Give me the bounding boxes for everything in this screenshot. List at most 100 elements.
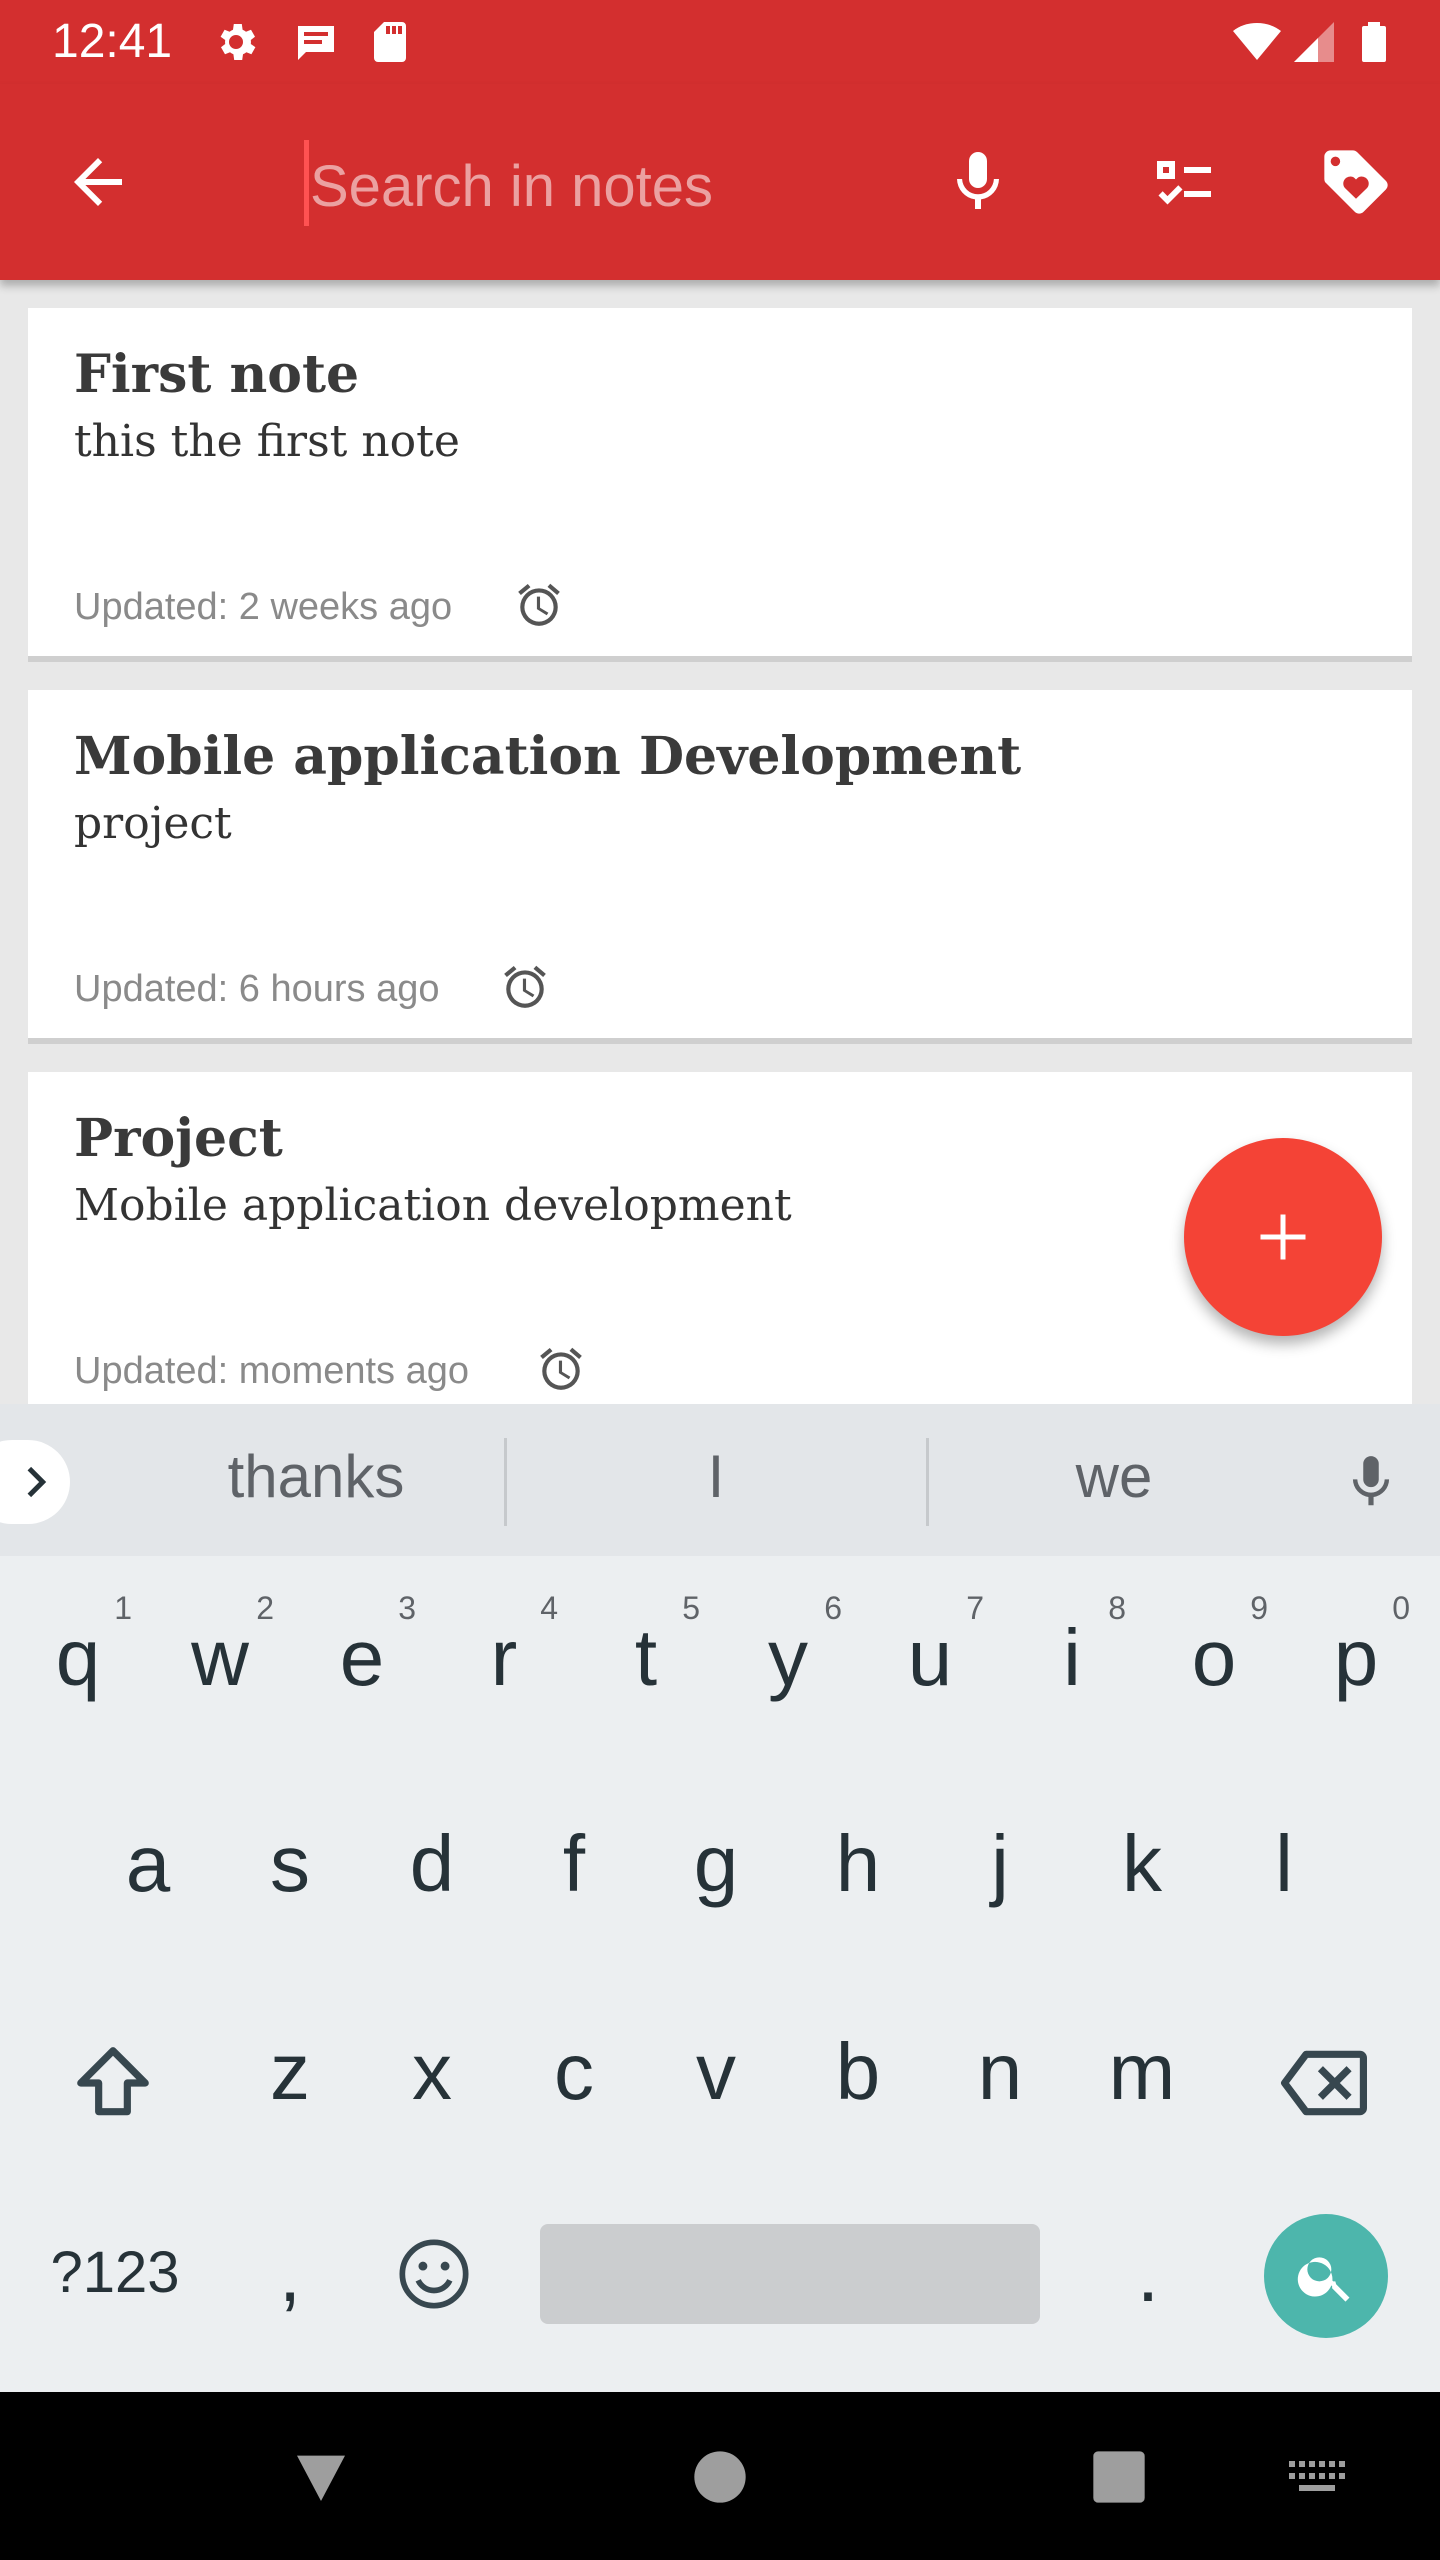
message-icon — [298, 26, 334, 60]
app-bar — [0, 84, 1440, 280]
key-label: v — [696, 2027, 736, 2116]
symbols-key[interactable]: ?123 — [30, 2214, 200, 2344]
key-l[interactable]: l — [1214, 1780, 1354, 1950]
key-w[interactable]: 2w — [150, 1574, 290, 1744]
key-hint: 3 — [398, 1590, 416, 1626]
recents-square-icon — [1093, 2451, 1145, 2503]
suggestion-2[interactable]: I — [526, 1442, 906, 1511]
nav-home-button[interactable] — [675, 2432, 765, 2522]
key-label: , — [278, 2229, 302, 2318]
key-hint: 0 — [1392, 1590, 1410, 1626]
key-b[interactable]: b — [788, 1988, 928, 2158]
key-q[interactable]: 1q — [8, 1574, 148, 1744]
note-body: project — [74, 798, 232, 849]
keyboard-switch-button[interactable] — [1272, 2432, 1362, 2522]
key-s[interactable]: s — [220, 1780, 360, 1950]
back-triangle-icon — [297, 2455, 345, 2501]
key-v[interactable]: v — [646, 1988, 786, 2158]
voice-input-icon[interactable] — [1340, 1448, 1402, 1516]
alarm-icon — [540, 1347, 582, 1390]
key-label: s — [270, 1819, 310, 1908]
key-j[interactable]: j — [930, 1780, 1070, 1950]
alarm-icon — [504, 965, 546, 1008]
home-circle-icon — [694, 2451, 746, 2503]
key-label: z — [270, 2027, 310, 2116]
space-bar[interactable] — [540, 2224, 1040, 2324]
key-u[interactable]: 7u — [860, 1574, 1000, 1744]
key-i[interactable]: 8i — [1002, 1574, 1142, 1744]
key-hint: 6 — [824, 1590, 842, 1626]
key-c[interactable]: c — [504, 1988, 644, 2158]
key-g[interactable]: g — [646, 1780, 786, 1950]
key-e[interactable]: 3e — [292, 1574, 432, 1744]
key-label: n — [977, 2027, 1023, 2116]
key-t[interactable]: 5t — [576, 1574, 716, 1744]
search-icon — [1297, 2257, 1350, 2302]
key-f[interactable]: f — [504, 1780, 644, 1950]
status-bar: 12:41 — [0, 0, 1440, 84]
nav-recents-button[interactable] — [1074, 2432, 1164, 2522]
key-label: g — [693, 1819, 739, 1908]
keyboard-switch-icon — [1289, 2461, 1345, 2491]
key-label: b — [835, 2027, 881, 2116]
key-z[interactable]: z — [220, 1988, 360, 2158]
key-hint: 9 — [1250, 1590, 1268, 1626]
microphone-icon[interactable] — [942, 142, 1014, 222]
key-x[interactable]: x — [362, 1988, 502, 2158]
nav-back-button[interactable] — [276, 2432, 366, 2522]
emoji-icon[interactable] — [396, 2236, 472, 2312]
key-d[interactable]: d — [362, 1780, 502, 1950]
signal-icon — [1294, 22, 1334, 62]
note-body: Mobile application development — [74, 1180, 792, 1231]
status-time: 12:41 — [52, 15, 173, 68]
chevron-right-icon — [27, 1466, 47, 1498]
key-hint: 2 — [256, 1590, 274, 1626]
backspace-icon[interactable] — [1276, 2040, 1372, 2126]
keyboard-search-button[interactable] — [1264, 2214, 1388, 2338]
key-label: h — [835, 1819, 881, 1908]
add-note-button[interactable] — [1184, 1138, 1382, 1336]
key-h[interactable]: h — [788, 1780, 928, 1950]
key-k[interactable]: k — [1072, 1780, 1212, 1950]
key-label: ?123 — [50, 2240, 180, 2305]
note-body: this the first note — [74, 416, 460, 467]
alarm-icon — [518, 583, 560, 626]
checklist-icon[interactable] — [1148, 146, 1220, 218]
suggestion-strip: thanks I we — [0, 1404, 1440, 1556]
key-label: k — [1122, 1819, 1162, 1908]
key-label: l — [1275, 1819, 1293, 1908]
key-n[interactable]: n — [930, 1988, 1070, 2158]
suggestion-1[interactable]: thanks — [126, 1442, 506, 1511]
suggestion-3[interactable]: we — [924, 1442, 1304, 1511]
text-cursor — [304, 140, 309, 226]
key-label: f — [562, 1819, 586, 1908]
key-comma[interactable]: , — [220, 2194, 360, 2364]
key-hint: 1 — [114, 1590, 132, 1626]
key-o[interactable]: 9o — [1144, 1574, 1284, 1744]
search-field[interactable] — [304, 138, 904, 234]
key-label: a — [125, 1819, 171, 1908]
note-title: Project — [74, 1108, 283, 1169]
back-arrow-icon[interactable] — [62, 146, 134, 218]
key-m[interactable]: m — [1072, 1988, 1212, 2158]
key-period[interactable]: . — [1078, 2194, 1218, 2364]
soft-keyboard: thanks I we 1q 2w 3e 4r 5t 6y 7u 8i 9o 0… — [0, 1404, 1440, 2392]
note-updated: Updated: 2 weeks ago — [74, 586, 453, 628]
key-a[interactable]: a — [78, 1780, 218, 1950]
tag-icon[interactable] — [1318, 144, 1394, 220]
key-p[interactable]: 0p — [1286, 1574, 1426, 1744]
suggestion-expand-button[interactable] — [0, 1440, 70, 1524]
key-hint: 8 — [1108, 1590, 1126, 1626]
note-card[interactable]: Mobile application Development project U… — [28, 690, 1412, 1044]
note-title: First note — [74, 344, 360, 405]
key-r[interactable]: 4r — [434, 1574, 574, 1744]
battery-icon — [1362, 22, 1386, 62]
shift-icon[interactable] — [70, 2040, 156, 2126]
search-input[interactable] — [304, 138, 904, 234]
plus-icon — [1260, 1214, 1306, 1260]
key-label: c — [554, 2027, 594, 2116]
key-label: j — [991, 1819, 1009, 1908]
sd-card-icon — [374, 22, 406, 62]
note-card[interactable]: First note this the first note Updated: … — [28, 308, 1412, 662]
key-y[interactable]: 6y — [718, 1574, 858, 1744]
